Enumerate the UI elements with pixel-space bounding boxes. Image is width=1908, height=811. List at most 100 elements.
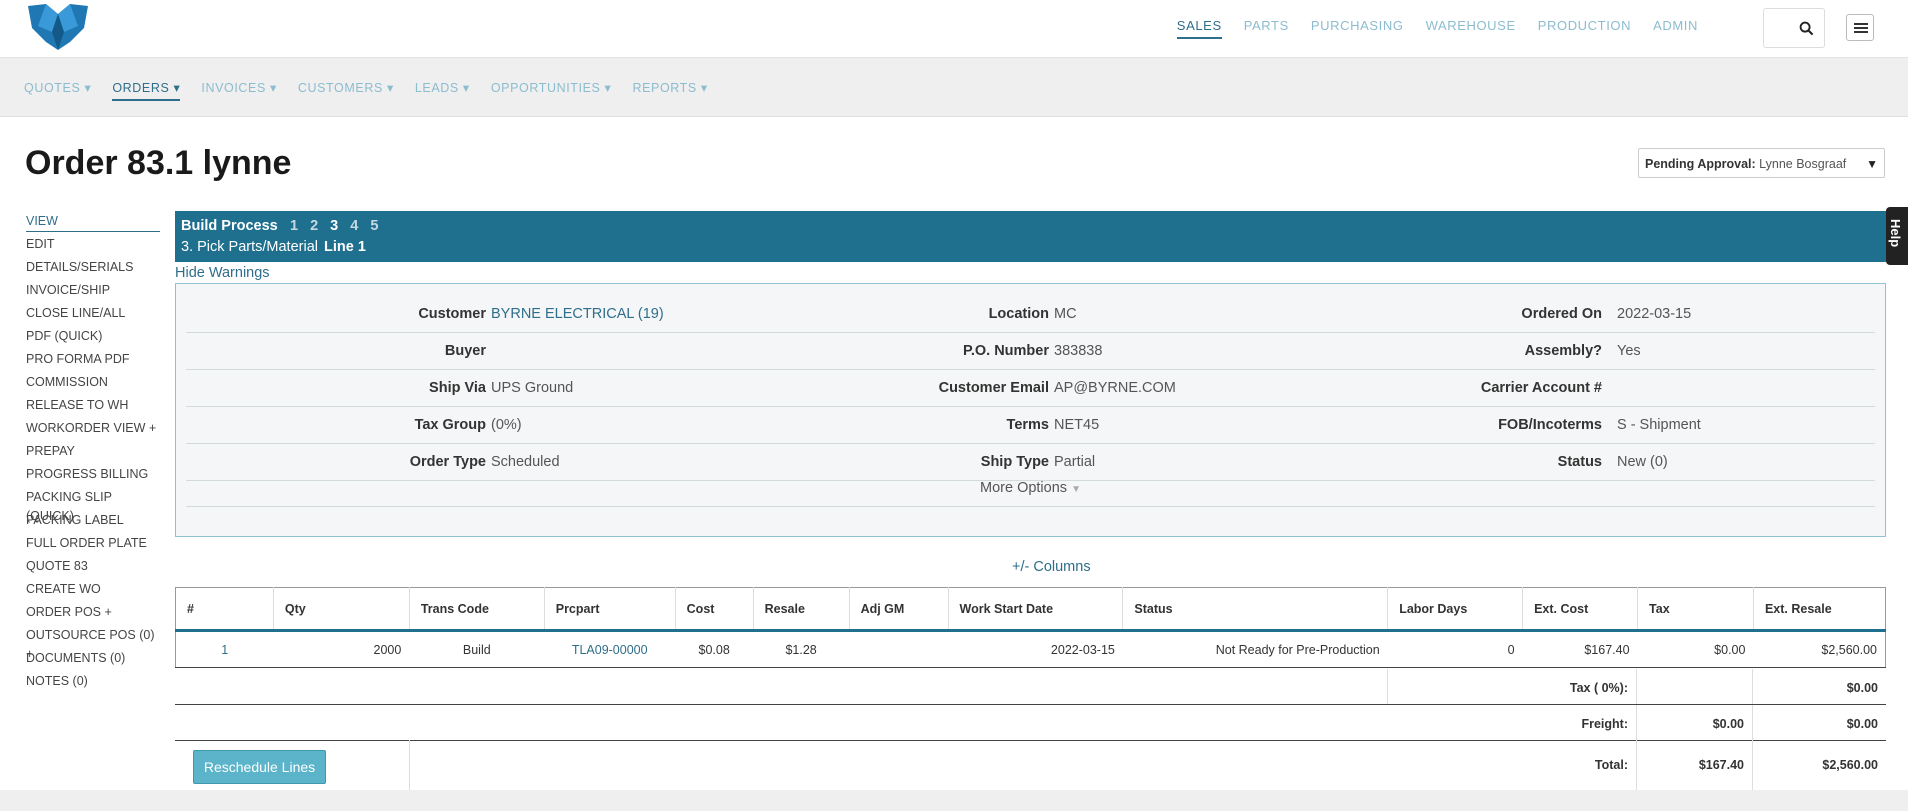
top-nav-production[interactable]: PRODUCTION — [1538, 18, 1631, 39]
approval-select[interactable]: Pending Approval: Lynne Bosgraaf ▼ — [1638, 148, 1885, 178]
freight-row: Freight: $0.00 $0.00 — [175, 705, 1886, 741]
top-nav-parts[interactable]: PARTS — [1244, 18, 1289, 39]
footer-bar — [0, 790, 1908, 811]
cost-cell: $0.08 — [675, 630, 754, 668]
column-header[interactable]: Status — [1122, 587, 1389, 632]
top-nav-admin[interactable]: ADMIN — [1653, 18, 1698, 39]
sidebar-item-packing-label[interactable]: PACKING LABEL — [26, 511, 160, 534]
sidebar-item-quote[interactable]: QUOTE 83 — [26, 557, 160, 580]
column-header[interactable]: Resale — [753, 587, 850, 632]
resale-cell: $1.28 — [753, 630, 850, 668]
build-step[interactable]: 4 — [350, 218, 358, 234]
sidebar-item-progress-billing[interactable]: PROGRESS BILLING — [26, 465, 160, 488]
column-header[interactable]: Ext. Resale — [1753, 587, 1887, 632]
sidebar-item-invoice-ship[interactable]: INVOICE/SHIP — [26, 281, 160, 304]
info-value: AP@BYRNE.COM — [1054, 380, 1176, 396]
sidebar-item-pro-forma-pdf[interactable]: PRO FORMA PDF — [26, 350, 160, 373]
total-label: Total: — [1594, 758, 1628, 772]
order-info-panel: Customer BYRNE ELECTRICAL (19) Location … — [175, 283, 1886, 537]
info-label: Ship Via — [429, 380, 486, 396]
sidebar-item-packing-slip[interactable]: PACKING SLIP (QUICK) — [26, 488, 160, 523]
status-cell: Not Ready for Pre-Production — [1122, 630, 1388, 668]
line-number-link[interactable]: 1 — [221, 643, 228, 657]
sidebar-item-commission[interactable]: COMMISSION — [26, 373, 160, 396]
caret-down-icon: ▼ — [1866, 157, 1878, 171]
subnav-quotes[interactable]: QUOTES ▾ — [24, 80, 91, 101]
info-value: 2022-03-15 — [1617, 306, 1692, 322]
customer-link[interactable]: BYRNE ELECTRICAL (19) — [491, 306, 664, 322]
build-step[interactable]: 2 — [310, 218, 318, 234]
info-label: P.O. Number — [963, 343, 1049, 359]
build-current-step: 3. Pick Parts/Material Line 1 — [181, 239, 366, 255]
more-options-toggle[interactable]: More Options ▼ — [186, 470, 1875, 507]
info-label: Assembly? — [1524, 343, 1602, 359]
approval-value: Lynne Bosgraaf — [1759, 157, 1847, 171]
sidebar-item-close-line[interactable]: CLOSE LINE/ALL — [26, 304, 160, 327]
company-logo-icon[interactable] — [24, 2, 92, 54]
sidebar-item-create-wo[interactable]: CREATE WO — [26, 580, 160, 603]
info-value: 383838 — [1054, 343, 1103, 359]
column-header[interactable]: Tax — [1637, 587, 1754, 632]
sidebar-item-documents[interactable]: DOCUMENTS (0) — [26, 649, 160, 672]
sidebar-item-pdf-quick[interactable]: PDF (QUICK) — [26, 327, 160, 350]
subnav-leads[interactable]: LEADS ▾ — [415, 80, 470, 101]
column-header[interactable]: Labor Days — [1387, 587, 1524, 632]
sidebar-item-workorder-view[interactable]: WORKORDER VIEW + — [26, 419, 160, 442]
sidebar-item-details-serials[interactable]: DETAILS/SERIALS — [26, 258, 160, 281]
column-header[interactable]: Prcpart — [544, 587, 676, 632]
build-step[interactable]: 5 — [370, 218, 378, 234]
tax-total-value: $0.00 — [1846, 681, 1878, 695]
info-row: Customer BYRNE ELECTRICAL (19) Location … — [186, 296, 1875, 333]
help-tab[interactable]: Help — [1886, 207, 1908, 265]
sidebar-item-order-pos[interactable]: ORDER POS + — [26, 603, 160, 626]
sidebar-item-view[interactable]: VIEW — [26, 212, 160, 232]
build-process-title: Build Process — [181, 218, 278, 234]
info-value: Yes — [1617, 343, 1641, 359]
sidebar-item-prepay[interactable]: PREPAY — [26, 442, 160, 465]
subnav-customers[interactable]: CUSTOMERS ▾ — [298, 80, 394, 101]
top-nav-sales[interactable]: SALES — [1176, 18, 1222, 39]
tax-total-label: Tax ( 0%): — [1569, 681, 1628, 695]
subnav-invoices[interactable]: INVOICES ▾ — [201, 80, 276, 101]
column-header[interactable]: Trans Code — [409, 587, 545, 632]
line-number-cell: 1 — [175, 630, 274, 668]
sub-nav: QUOTES ▾ ORDERS ▾ INVOICES ▾ CUSTOMERS ▾… — [0, 58, 1908, 117]
build-step-current[interactable]: 3 — [330, 218, 338, 234]
sidebar-item-notes[interactable]: NOTES (0) — [26, 672, 160, 695]
sidebar-item-release-to-wh[interactable]: RELEASE TO WH — [26, 396, 160, 419]
table-row: 1 2000 Build TLA09-00000 $0.08 $1.28 202… — [175, 630, 1887, 668]
info-label: Tax Group — [414, 417, 486, 433]
top-nav-purchasing[interactable]: PURCHASING — [1311, 18, 1404, 39]
column-header[interactable]: Cost — [675, 587, 754, 632]
info-label: Location — [988, 306, 1049, 322]
subnav-reports[interactable]: REPORTS ▾ — [632, 80, 707, 101]
columns-toggle-link[interactable]: +/- Columns — [1012, 559, 1091, 575]
top-nav-warehouse[interactable]: WAREHOUSE — [1426, 18, 1516, 39]
column-header[interactable]: Qty — [273, 587, 410, 632]
hide-warnings-link[interactable]: Hide Warnings — [175, 265, 270, 281]
info-label: Ship Type — [980, 454, 1049, 470]
reschedule-lines-button[interactable]: Reschedule Lines — [193, 750, 326, 784]
subnav-orders[interactable]: ORDERS ▾ — [112, 80, 181, 101]
prcpart-link[interactable]: TLA09-00000 — [572, 643, 648, 657]
hamburger-menu-icon[interactable] — [1846, 14, 1874, 41]
top-nav: SALES PARTS PURCHASING WAREHOUSE PRODUCT… — [1176, 18, 1698, 39]
column-header[interactable]: Adj GM — [849, 587, 949, 632]
column-header[interactable]: Ext. Cost — [1522, 587, 1639, 632]
build-step[interactable]: 1 — [290, 218, 298, 234]
sidebar-item-edit[interactable]: EDIT — [26, 235, 160, 258]
column-header[interactable]: Work Start Date — [948, 587, 1124, 632]
freight-label: Freight: — [1581, 717, 1628, 731]
prcpart-cell: TLA09-00000 — [544, 630, 676, 668]
subnav-opportunities[interactable]: OPPORTUNITIES ▾ — [491, 80, 612, 101]
sidebar: VIEW EDIT DETAILS/SERIALS INVOICE/SHIP C… — [26, 212, 160, 695]
search-icon — [1799, 21, 1814, 36]
search-button[interactable] — [1763, 8, 1825, 48]
info-label: Customer Email — [938, 380, 1049, 396]
freight-cost: $0.00 — [1712, 717, 1744, 731]
sidebar-item-outsource-pos[interactable]: OUTSOURCE POS (0) + — [26, 626, 160, 661]
more-options-label: More Options — [980, 480, 1068, 496]
column-header[interactable]: # — [175, 587, 274, 632]
work-start-date-cell: 2022-03-15 — [948, 630, 1123, 668]
sidebar-item-full-order-plate[interactable]: FULL ORDER PLATE — [26, 534, 160, 557]
